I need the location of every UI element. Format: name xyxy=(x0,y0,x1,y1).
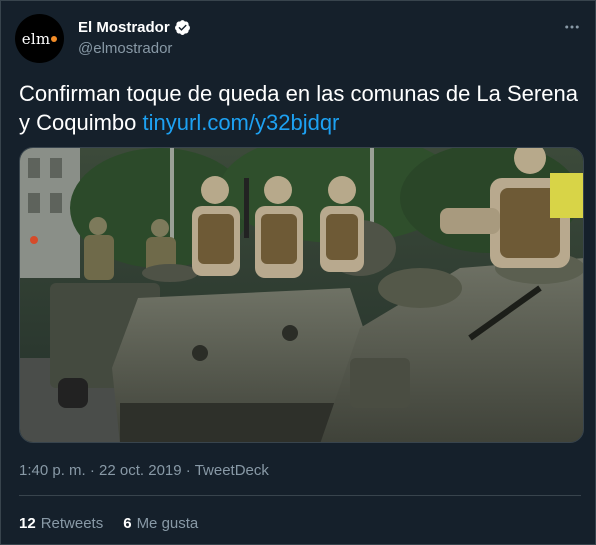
photo-illustration xyxy=(20,148,583,442)
verified-badge-icon xyxy=(174,19,190,35)
likes-stat[interactable]: 6 Me gusta xyxy=(123,515,198,532)
meta-separator: · xyxy=(89,462,95,479)
more-options-icon[interactable] xyxy=(563,18,581,36)
tweet-link[interactable]: tinyurl.com/y32bjdqr xyxy=(143,110,340,135)
author-names: El Mostrador @elmostrador xyxy=(78,17,191,57)
tweet-source[interactable]: TweetDeck xyxy=(195,462,269,479)
tweet-media-photo[interactable] xyxy=(19,147,584,443)
tweet-metadata: 1:40 p. m. · 22 oct. 2019 · TweetDeck xyxy=(19,462,269,479)
avatar-logo-dot xyxy=(51,35,58,42)
tweet-text: Confirman toque de queda en las comunas … xyxy=(19,79,579,137)
likes-label: Me gusta xyxy=(136,515,199,532)
tweet-time[interactable]: 1:40 p. m. xyxy=(19,462,86,479)
tweet-stats: 12 Retweets 6 Me gusta xyxy=(19,515,218,532)
retweets-stat[interactable]: 12 Retweets xyxy=(19,515,103,532)
display-name-row: El Mostrador xyxy=(78,17,191,37)
meta-separator-2: · xyxy=(185,462,191,479)
tweet-date[interactable]: 22 oct. 2019 xyxy=(99,462,182,479)
tweet-header: elm El Mostrador @elmostrador xyxy=(1,1,595,71)
avatar-logo-text: elm xyxy=(21,29,51,48)
author-display-name[interactable]: El Mostrador xyxy=(78,19,170,36)
divider xyxy=(19,495,581,496)
author-handle[interactable]: @elmostrador xyxy=(78,40,191,57)
retweets-count: 12 xyxy=(19,515,36,532)
avatar[interactable]: elm xyxy=(15,14,64,63)
retweets-label: Retweets xyxy=(40,515,104,532)
likes-count: 6 xyxy=(123,515,132,532)
tweet-card: elm El Mostrador @elmostrador Confirman … xyxy=(0,0,596,545)
